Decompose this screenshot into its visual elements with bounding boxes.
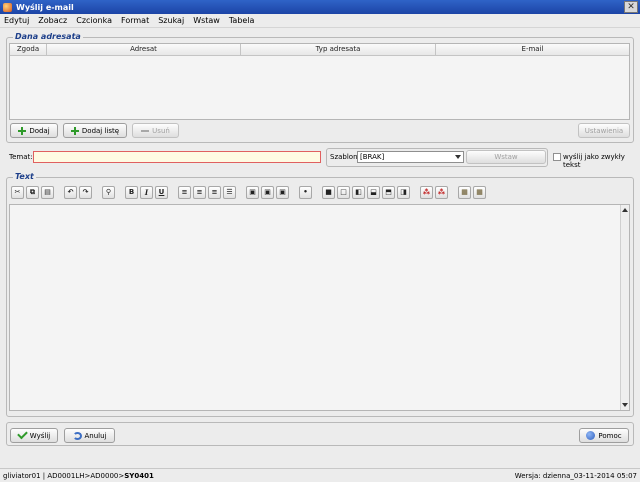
align-right-icon[interactable]: ≡ — [208, 186, 221, 199]
template-selected-value: [BRAK] — [360, 153, 385, 161]
cancel-icon — [72, 431, 82, 440]
add-list-button[interactable]: Dodaj listę — [63, 123, 127, 138]
column-header-consent[interactable]: Zgoda — [10, 44, 47, 55]
check-icon — [16, 428, 28, 440]
menu-edit[interactable]: Edytuj — [4, 16, 29, 25]
border-left-icon[interactable]: ◧ — [352, 186, 365, 199]
close-icon[interactable]: ✕ — [624, 1, 638, 13]
border-right-icon[interactable]: ◨ — [397, 186, 410, 199]
recipients-group-title: Dana adresata — [13, 32, 83, 41]
subject-label: Temat: — [9, 153, 33, 161]
status-path: gliviator01 | AD0001LH>AD0000>SY0401 — [3, 472, 154, 480]
add-button-label: Dodaj — [29, 126, 50, 135]
table-properties-icon[interactable]: ▦ — [473, 186, 486, 199]
plus-icon — [18, 126, 27, 135]
cancel-button[interactable]: Anuluj — [64, 428, 115, 443]
align-justify-icon[interactable]: ☰ — [223, 186, 236, 199]
help-icon — [586, 431, 596, 440]
border-top-icon[interactable]: ⬒ — [382, 186, 395, 199]
undo-icon[interactable]: ↶ — [64, 186, 77, 199]
remove-button[interactable]: Usuń — [132, 123, 179, 138]
scroll-down-icon[interactable] — [622, 403, 628, 407]
add-list-button-label: Dodaj listę — [81, 126, 120, 135]
recipients-table-header: Zgoda Adresat Typ adresata E-mail — [10, 44, 629, 56]
title-bar: Wyślij e-mail ✕ — [0, 0, 640, 14]
menu-bar: Edytuj Zobacz Czcionka Format Szukaj Wst… — [0, 14, 640, 28]
border-all-icon[interactable]: ■ — [322, 186, 335, 199]
text-group-title: Text — [13, 172, 36, 181]
border-none-icon[interactable]: □ — [337, 186, 350, 199]
app-icon — [3, 2, 12, 12]
insert-table-icon[interactable]: ▦ — [458, 186, 471, 199]
add-button[interactable]: Dodaj — [10, 123, 58, 138]
menu-search[interactable]: Szukaj — [158, 16, 184, 25]
border-bottom-icon[interactable]: ⬓ — [367, 186, 380, 199]
image-inline-icon[interactable]: ▣ — [261, 186, 274, 199]
redo-icon[interactable]: ↷ — [79, 186, 92, 199]
menu-format[interactable]: Format — [121, 16, 149, 25]
image-left-icon[interactable]: ▣ — [246, 186, 259, 199]
send-button[interactable]: Wyślij — [10, 428, 58, 443]
subject-input[interactable] — [33, 151, 321, 163]
insert-row-icon[interactable]: ⁂ — [420, 186, 433, 199]
column-header-recipient[interactable]: Adresat — [47, 44, 241, 55]
settings-button[interactable]: Ustawienia — [578, 123, 630, 138]
cancel-button-label: Anuluj — [84, 431, 107, 440]
template-select[interactable]: [BRAK] — [357, 151, 464, 163]
insert-template-button-label: Wstaw — [494, 153, 518, 161]
status-version: Wersja: dzienna_03-11-2014 05:07 — [514, 471, 637, 480]
copy-icon[interactable]: ⧉ — [26, 186, 39, 199]
menu-view[interactable]: Zobacz — [38, 16, 67, 25]
send-button-label: Wyślij — [29, 431, 51, 440]
settings-button-label: Ustawienia — [584, 126, 624, 135]
message-editor[interactable] — [9, 204, 630, 411]
help-button[interactable]: Pomoc — [579, 428, 629, 443]
minus-icon — [141, 129, 150, 132]
status-path-prefix: gliviator01 | AD0001LH>AD0000> — [3, 471, 125, 480]
delete-row-icon[interactable]: ⁂ — [435, 186, 448, 199]
remove-button-label: Usuń — [152, 126, 170, 135]
bullet-list-icon[interactable]: • — [299, 186, 312, 199]
help-button-label: Pomoc — [598, 431, 622, 440]
plain-text-label: wyślij jako zwykły tekst — [563, 153, 625, 169]
image-right-icon[interactable]: ▣ — [276, 186, 289, 199]
editor-scrollbar[interactable] — [620, 205, 629, 410]
template-label: Szablon: — [330, 153, 360, 161]
menu-font[interactable]: Czcionka — [76, 16, 112, 25]
column-header-email[interactable]: E-mail — [436, 44, 629, 55]
status-bar: gliviator01 | AD0001LH>AD0000>SY0401 Wer… — [0, 468, 640, 482]
recipients-table[interactable]: Zgoda Adresat Typ adresata E-mail — [9, 43, 630, 120]
find-icon[interactable]: ⚲ — [102, 186, 115, 199]
status-path-current: SY0401 — [124, 471, 154, 480]
menu-insert[interactable]: Wstaw — [193, 16, 220, 25]
plain-text-checkbox[interactable] — [553, 153, 561, 161]
plus-icon — [70, 126, 79, 135]
bold-button[interactable]: B — [125, 186, 138, 199]
menu-table[interactable]: Tabela — [229, 16, 255, 25]
editor-toolbar: ✂ ⧉ ▤ ↶ ↷ ⚲ B I U ≡ ≡ ≡ ☰ ▣ ▣ ▣ • ■ □ ◧ … — [9, 183, 630, 202]
chevron-down-icon — [455, 155, 461, 159]
italic-button[interactable]: I — [140, 186, 153, 199]
align-center-icon[interactable]: ≡ — [193, 186, 206, 199]
scroll-up-icon[interactable] — [622, 208, 628, 212]
align-left-icon[interactable]: ≡ — [178, 186, 191, 199]
paste-icon[interactable]: ▤ — [41, 186, 54, 199]
window-title: Wyślij e-mail — [16, 2, 74, 12]
cut-icon[interactable]: ✂ — [11, 186, 24, 199]
insert-template-button[interactable]: Wstaw — [466, 150, 546, 164]
underline-button[interactable]: U — [155, 186, 168, 199]
column-header-recipient-type[interactable]: Typ adresata — [241, 44, 436, 55]
